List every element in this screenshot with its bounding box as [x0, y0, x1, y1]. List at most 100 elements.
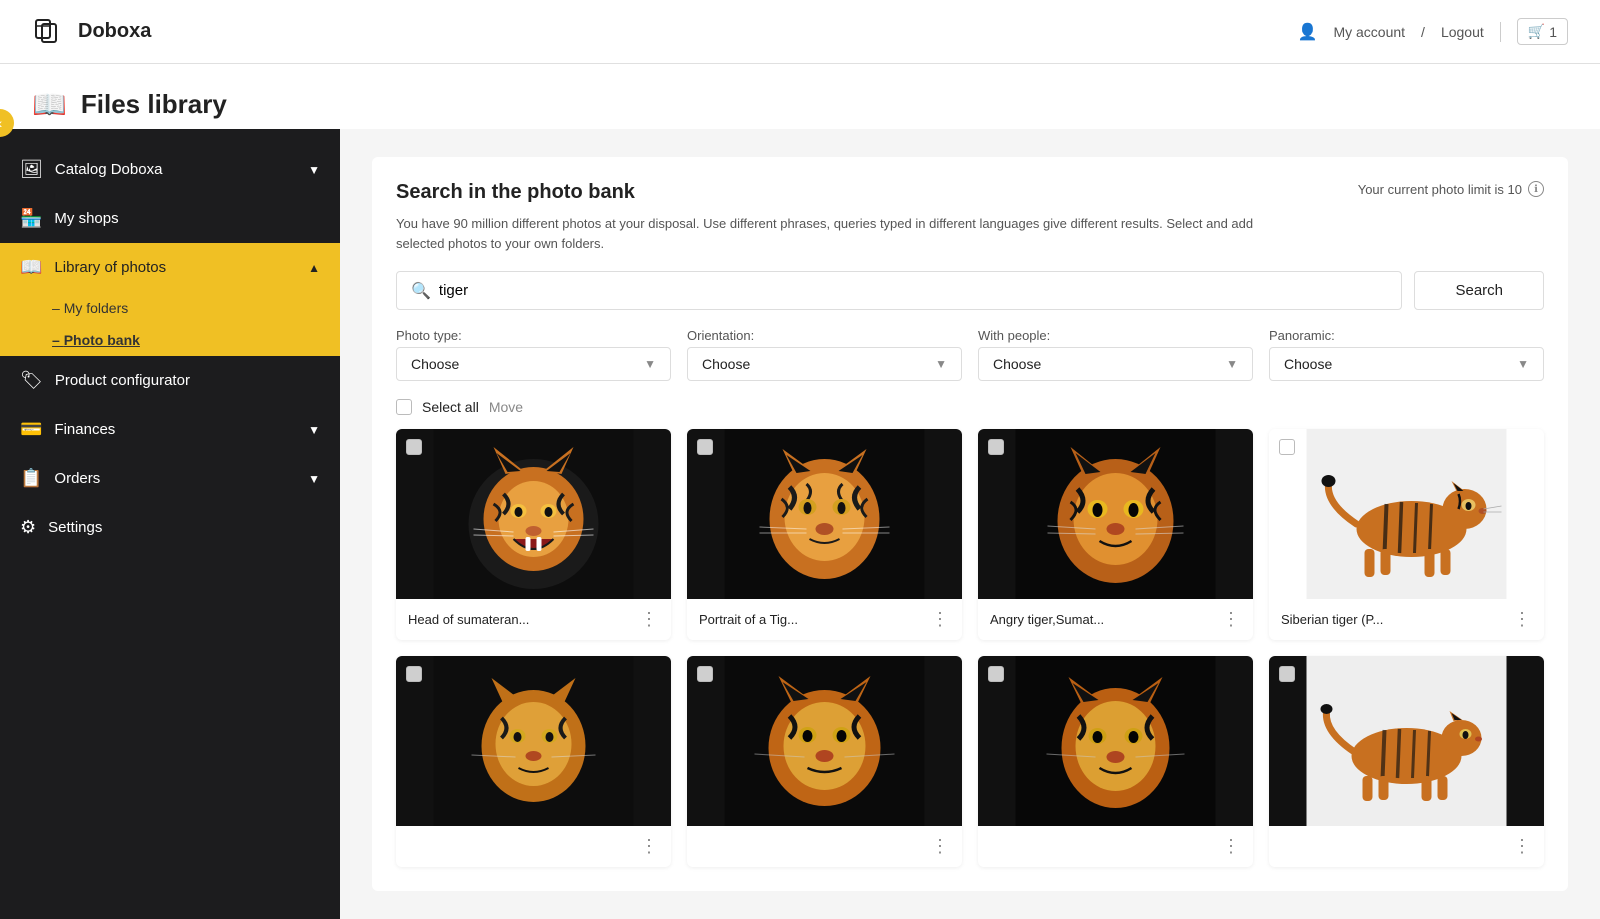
photo-card-1: Head of sumateran... ⋮ [396, 429, 671, 640]
filter-panoramic-select[interactable]: Choose ▼ [1269, 347, 1544, 381]
photo-card-6-menu-icon[interactable]: ⋮ [931, 836, 950, 857]
page-title-icon: 📖 [32, 88, 67, 121]
filter-photo-type-chevron-icon: ▼ [644, 357, 656, 371]
search-button[interactable]: Search [1414, 271, 1544, 310]
filter-orientation-label: Orientation: [687, 328, 962, 343]
sidebar-item-myshops-left: 🏪 My shops [20, 208, 119, 229]
sidebar-item-orders-left: 📋 Orders [20, 468, 100, 489]
photo-card-7-checkbox[interactable] [988, 666, 1004, 682]
photo-limit-text: Your current photo limit is 10 [1358, 182, 1522, 197]
filter-photo-type-select[interactable]: Choose ▼ [396, 347, 671, 381]
sidebar-item-catalog[interactable]: 🖼 Catalog Doboxa ▼ [0, 145, 340, 194]
logout-link[interactable]: Logout [1441, 24, 1484, 40]
photo-card-7-menu-icon[interactable]: ⋮ [1222, 836, 1241, 857]
header-divider [1500, 22, 1501, 42]
finances-chevron-icon: ▼ [308, 423, 320, 437]
photo-card-8-top [1269, 656, 1544, 826]
sidebar-scroll: 🖼 Catalog Doboxa ▼ 🏪 My shops 📖 Library … [0, 145, 340, 552]
filters-row: Photo type: Choose ▼ Orientation: Choose… [396, 328, 1544, 381]
library-chevron-icon: ▲ [308, 261, 320, 275]
sidebar-subitem-myfolders[interactable]: – My folders [0, 292, 340, 324]
my-account-link[interactable]: My account [1333, 24, 1405, 40]
photo-card-6-checkbox[interactable] [697, 666, 713, 682]
photo-card-1-top [396, 429, 671, 599]
photo-card-3-checkbox[interactable] [988, 439, 1004, 455]
header-right: 👤 My account / Logout 🛒 1 [1298, 18, 1568, 45]
photo-card-7-image [978, 656, 1253, 826]
photo-card-6: ⋮ [687, 656, 962, 867]
photo-card-3-menu-icon[interactable]: ⋮ [1222, 609, 1241, 630]
photo-card-1-title: Head of sumateran... [408, 612, 529, 627]
filter-with-people: With people: Choose ▼ [978, 328, 1253, 381]
sidebar-subitem-photobank[interactable]: – Photo bank [0, 324, 340, 356]
photo-card-6-footer: ⋮ [687, 826, 962, 867]
cart-count: 1 [1549, 24, 1557, 40]
photo-card-1-checkbox[interactable] [406, 439, 422, 455]
productconfig-icon: 🏷 [20, 370, 43, 391]
photo-card-6-image [687, 656, 962, 826]
filter-panoramic: Panoramic: Choose ▼ [1269, 328, 1544, 381]
photo-card-2-checkbox[interactable] [697, 439, 713, 455]
photo-card-4-checkbox[interactable] [1279, 439, 1295, 455]
sidebar-label-orders: Orders [54, 470, 100, 487]
photo-card-4-top [1269, 429, 1544, 599]
sidebar-sub-label-photobank: Photo bank [64, 332, 140, 348]
page-title-area: 📖 Files library [0, 64, 1600, 129]
photo-card-4-menu-icon[interactable]: ⋮ [1513, 609, 1532, 630]
sidebar-sub-label-myfolders: My folders [64, 300, 129, 316]
photo-card-6-top [687, 656, 962, 826]
sidebar-item-finances[interactable]: 💳 Finances ▼ [0, 405, 340, 454]
photo-card-4: Siberian tiger (P... ⋮ [1269, 429, 1544, 640]
search-magnifier-icon: 🔍 [411, 281, 431, 301]
photo-card-2-menu-icon[interactable]: ⋮ [931, 609, 950, 630]
photo-limit-info-icon[interactable]: ℹ [1528, 181, 1544, 197]
orders-chevron-icon: ▼ [308, 472, 320, 486]
sidebar-sub-dash-photobank: – [52, 332, 64, 348]
cart-button[interactable]: 🛒 1 [1517, 18, 1568, 45]
catalog-chevron-icon: ▼ [308, 163, 320, 177]
sidebar-label-catalog: Catalog Doboxa [55, 161, 163, 178]
myshops-icon: 🏪 [20, 208, 42, 229]
sidebar-item-settings[interactable]: ⚙ Settings [0, 503, 340, 552]
filter-panoramic-chevron-icon: ▼ [1517, 357, 1529, 371]
photo-card-5-image [396, 656, 671, 826]
main-wrap: Search in the photo bank Your current ph… [372, 157, 1568, 891]
select-all-label[interactable]: Select all [422, 399, 479, 415]
sidebar-item-library-left: 📖 Library of photos [20, 257, 166, 278]
photo-card-5-menu-icon[interactable]: ⋮ [640, 836, 659, 857]
photo-card-7: ⋮ [978, 656, 1253, 867]
photo-grid: Head of sumateran... ⋮ [396, 429, 1544, 867]
photo-card-4-image [1269, 429, 1544, 599]
filter-with-people-select[interactable]: Choose ▼ [978, 347, 1253, 381]
search-input[interactable] [431, 272, 1388, 309]
sidebar-item-myshops[interactable]: 🏪 My shops [0, 194, 340, 243]
sidebar-item-orders[interactable]: 📋 Orders ▼ [0, 454, 340, 503]
photo-card-8-menu-icon[interactable]: ⋮ [1513, 836, 1532, 857]
filter-orientation-select[interactable]: Choose ▼ [687, 347, 962, 381]
photo-card-8-image [1269, 656, 1544, 826]
layout: ‹ 🖼 Catalog Doboxa ▼ 🏪 My shops [0, 129, 1600, 919]
photo-card-5-checkbox[interactable] [406, 666, 422, 682]
sidebar-sub-library: – My folders – Photo bank [0, 292, 340, 356]
sidebar-item-catalog-left: 🖼 Catalog Doboxa [20, 159, 162, 180]
photo-card-1-menu-icon[interactable]: ⋮ [640, 609, 659, 630]
sidebar-label-library: Library of photos [54, 259, 166, 276]
settings-icon: ⚙ [20, 517, 36, 538]
filter-orientation-value: Choose [702, 356, 750, 372]
photo-card-1-image [396, 429, 671, 599]
photo-card-8-checkbox[interactable] [1279, 666, 1295, 682]
logo-icon [32, 14, 68, 50]
header-account-icon: 👤 [1298, 22, 1318, 42]
library-icon: 📖 [20, 257, 42, 278]
finances-icon: 💳 [20, 419, 42, 440]
logo-text: Doboxa [78, 20, 151, 43]
sidebar-item-productconfig[interactable]: 🏷 Product configurator [0, 356, 340, 405]
move-button[interactable]: Move [489, 399, 523, 415]
select-all-row: Select all Move [396, 399, 1544, 415]
photo-card-8-footer: ⋮ [1269, 826, 1544, 867]
select-all-checkbox[interactable] [396, 399, 412, 415]
sidebar-item-library[interactable]: 📖 Library of photos ▲ [0, 243, 340, 292]
photo-card-2-image [687, 429, 962, 599]
sidebar-item-finances-left: 💳 Finances [20, 419, 115, 440]
sidebar-item-productconfig-left: 🏷 Product configurator [20, 370, 190, 391]
